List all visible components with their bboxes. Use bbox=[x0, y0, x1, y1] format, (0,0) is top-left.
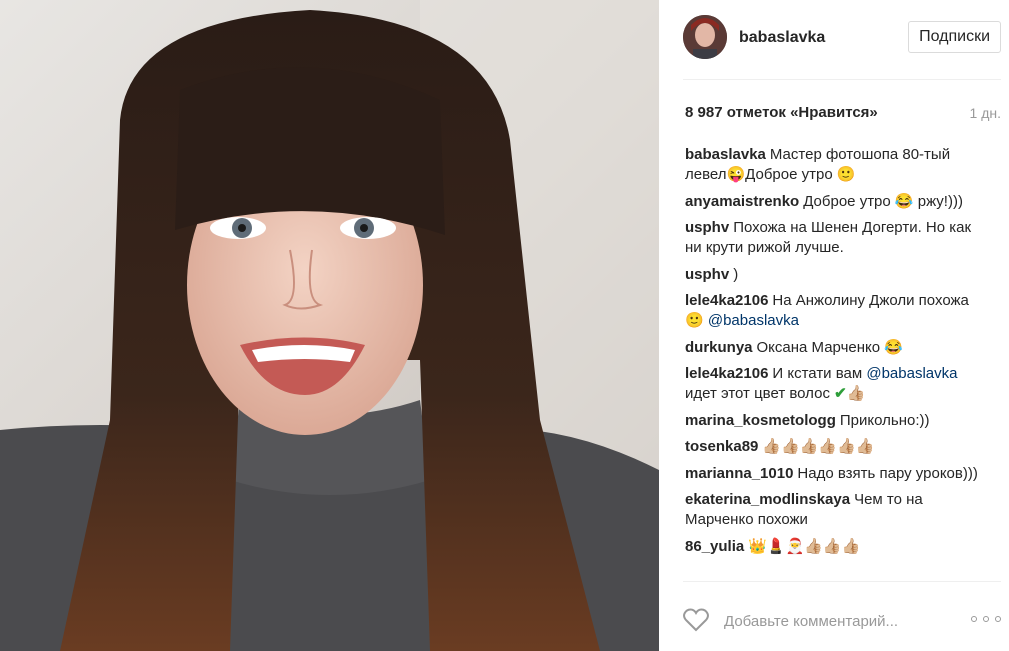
more-dot bbox=[983, 616, 989, 622]
following-button[interactable]: Подписки bbox=[908, 21, 1001, 53]
comment-text: 👑💄🎅👍🏼👍🏼👍🏼 bbox=[748, 537, 861, 555]
comment-item: usphv Похожа на Шенен Догерти. Но как ни … bbox=[685, 218, 985, 258]
more-dot bbox=[971, 616, 977, 622]
comment-item: marina_kosmetologg Прикольно:)) bbox=[685, 411, 985, 431]
comment-text: Доброе утро 😂 ржу!))) bbox=[803, 192, 963, 210]
comment-item: anyamaistrenko Доброе утро 😂 ржу!))) bbox=[685, 192, 985, 212]
comment-text: 👍🏼👍🏼👍🏼👍🏼👍🏼👍🏼 bbox=[762, 438, 875, 455]
comment-item: tosenka89 👍🏼👍🏼👍🏼👍🏼👍🏼👍🏼 bbox=[685, 437, 985, 457]
comment-username[interactable]: anyamaistrenko bbox=[685, 193, 799, 210]
likes-count[interactable]: 8 987 отметок «Нравится» bbox=[685, 104, 878, 121]
comment-item: ekaterina_modlinskaya Чем то на Марченко … bbox=[685, 490, 985, 530]
comment-item: lele4ka2106 И кстати вам @babaslavka идет… bbox=[685, 364, 985, 404]
comment-text: идет этот цвет волос bbox=[685, 385, 830, 402]
more-options-icon[interactable] bbox=[971, 613, 1001, 625]
comment-text: Прикольно:)) bbox=[839, 411, 930, 429]
comment-mention[interactable]: @babaslavka bbox=[708, 312, 799, 329]
comment-item: usphv) bbox=[685, 265, 985, 285]
comment-text: Оксана Марченко 😂 bbox=[756, 338, 903, 356]
heart-icon[interactable] bbox=[683, 608, 709, 632]
avatar[interactable] bbox=[683, 15, 727, 59]
likes-row: 8 987 отметок «Нравится» 1 дн. bbox=[685, 104, 1001, 126]
comment-username[interactable]: tosenka89 bbox=[685, 438, 758, 455]
post-header: babaslavka Подписки bbox=[683, 14, 1001, 80]
avatar-image bbox=[683, 15, 727, 59]
comment-username[interactable]: usphv bbox=[685, 266, 729, 283]
post-author-username[interactable]: babaslavka bbox=[739, 29, 825, 47]
comment-item: babaslavka Мастер фотошопа 80-тый левел😜Д… bbox=[685, 145, 985, 185]
comment-username[interactable]: marina_kosmetologg bbox=[685, 412, 836, 429]
comment-username[interactable]: ekaterina_modlinskaya bbox=[685, 491, 850, 508]
comment-composer bbox=[683, 581, 1001, 651]
comment-input[interactable] bbox=[722, 608, 946, 634]
comment-text: И кстати вам bbox=[772, 365, 863, 382]
comment-item: marianna_1010 Надо взять пару уроков))) bbox=[685, 464, 985, 484]
comment-username[interactable]: babaslavka bbox=[685, 146, 766, 163]
post-photo[interactable] bbox=[0, 0, 659, 651]
comment-username[interactable]: usphv bbox=[685, 219, 729, 236]
comment-username[interactable]: durkunya bbox=[685, 339, 753, 356]
comment-mention[interactable]: @babaslavka bbox=[866, 365, 957, 382]
check-icon: ✔ bbox=[834, 385, 847, 402]
comment-item: lele4ka2106 На Анжолину Джоли похожа 🙂 @b… bbox=[685, 291, 985, 331]
comment-username[interactable]: lele4ka2106 bbox=[685, 365, 768, 382]
comment-username[interactable]: marianna_1010 bbox=[685, 465, 793, 482]
comment-item: 86_yulia 👑💄🎅👍🏼👍🏼👍🏼 bbox=[685, 537, 985, 557]
comment-username[interactable]: lele4ka2106 bbox=[685, 292, 768, 309]
more-dot bbox=[995, 616, 1001, 622]
thumbs-up-icon: 👍🏼 bbox=[846, 385, 866, 402]
comment-item: durkunya Оксана Марченко 😂 bbox=[685, 338, 985, 358]
post-side-panel: babaslavka Подписки 8 987 отметок «Нрави… bbox=[659, 0, 1009, 651]
portrait-image bbox=[0, 0, 659, 651]
comment-username[interactable]: 86_yulia bbox=[685, 538, 744, 555]
comment-text: ) bbox=[733, 265, 739, 283]
comments-list: babaslavka Мастер фотошопа 80-тый левел😜Д… bbox=[685, 145, 985, 563]
comment-text: Надо взять пару уроков))) bbox=[797, 464, 978, 482]
post-timestamp[interactable]: 1 дн. bbox=[970, 105, 1001, 121]
